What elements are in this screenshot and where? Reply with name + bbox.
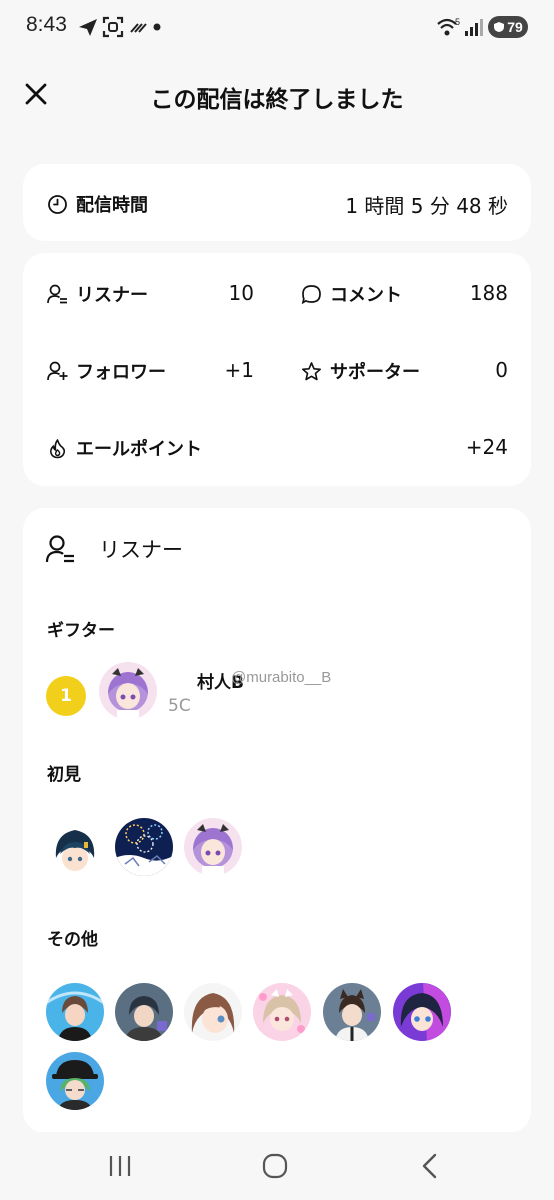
gifter-handle: @murabito__B: [231, 669, 332, 686]
listeners-card: リスナー ギフター 1 村人B @murabito__B 5C 初見 その他: [23, 508, 531, 1133]
rank-badge: 1: [46, 676, 86, 716]
status-time: 8:43: [26, 13, 67, 36]
others-heading: その他: [47, 930, 98, 950]
stat-comments-value: 188: [469, 281, 508, 305]
back-button[interactable]: [412, 1150, 448, 1182]
send-icon: [79, 19, 97, 36]
other-listener-avatar[interactable]: [184, 983, 242, 1041]
stat-followers-value: +1: [224, 358, 254, 382]
flame-icon: [49, 438, 66, 458]
system-navigation-bar: [0, 1132, 554, 1200]
first-time-avatar[interactable]: [46, 818, 104, 876]
listeners-section-title: リスナー: [99, 538, 183, 562]
page-title: この配信は終了しました: [150, 87, 404, 113]
stat-supporters-label: サポーター: [330, 362, 420, 383]
stat-comments-label: コメント: [330, 285, 402, 306]
svg-text:5: 5: [455, 17, 460, 27]
listener-icon: [45, 535, 74, 563]
header: この配信は終了しました: [0, 60, 554, 130]
stat-comments: コメント: [301, 281, 402, 307]
home-button[interactable]: [257, 1150, 293, 1182]
duration-label: 配信時間: [76, 195, 148, 216]
signal-icon: [465, 19, 483, 36]
shield-icon: [494, 22, 505, 32]
stat-supporters: サポーター: [301, 358, 420, 384]
stat-yell-points-label: エールポイント: [76, 439, 202, 460]
screenshot-icon: [102, 16, 124, 38]
gifter-coins: 5C: [168, 696, 191, 716]
nfc-icon: [130, 23, 147, 33]
stat-yell-points: エールポイント: [47, 435, 202, 461]
battery-indicator: 79: [488, 16, 528, 38]
stat-followers: フォロワー: [47, 358, 166, 384]
other-listener-avatar[interactable]: [115, 983, 173, 1041]
clock-icon: [48, 194, 67, 214]
home-icon: [262, 1153, 288, 1179]
other-listener-avatar[interactable]: [323, 983, 381, 1041]
wifi-icon: 5: [437, 17, 460, 36]
notification-dot-icon: [153, 23, 161, 31]
back-icon: [422, 1153, 437, 1179]
other-listener-avatar[interactable]: [393, 983, 451, 1041]
duration-value: 1 時間 5 分 48 秒: [345, 194, 508, 218]
duration-label-row: 配信時間: [47, 191, 148, 217]
stat-listeners-label: リスナー: [76, 285, 148, 306]
duration-card: 配信時間 1 時間 5 分 48 秒: [23, 164, 531, 241]
gifters-heading: ギフター: [47, 621, 115, 641]
star-icon: [302, 361, 321, 380]
status-bar: 8:43 5 79: [0, 0, 554, 56]
stat-followers-label: フォロワー: [76, 362, 166, 383]
stat-supporters-value: 0: [495, 358, 508, 382]
gifter-avatar[interactable]: [99, 662, 157, 720]
recent-apps-icon: [109, 1156, 131, 1176]
stat-yell-points-value: +24: [465, 435, 508, 459]
listeners-section-header: リスナー: [45, 534, 183, 564]
stat-listeners-value: 10: [228, 281, 254, 305]
other-listener-avatar[interactable]: [46, 983, 104, 1041]
recent-apps-button[interactable]: [102, 1150, 138, 1182]
other-listener-avatar[interactable]: [253, 983, 311, 1041]
stat-listeners: リスナー: [47, 281, 148, 307]
first-time-avatar[interactable]: [115, 818, 173, 876]
listener-icon: [47, 284, 67, 303]
stats-card: リスナー 10 コメント 188 フォロワー +1 サポーター 0 エールポイン…: [23, 253, 531, 486]
first-time-heading: 初見: [47, 765, 81, 785]
other-listener-avatar[interactable]: [46, 1052, 104, 1110]
comment-icon: [301, 284, 321, 304]
add-follower-icon: [47, 361, 68, 380]
first-time-avatar[interactable]: [184, 818, 242, 876]
battery-level: 79: [507, 19, 523, 35]
